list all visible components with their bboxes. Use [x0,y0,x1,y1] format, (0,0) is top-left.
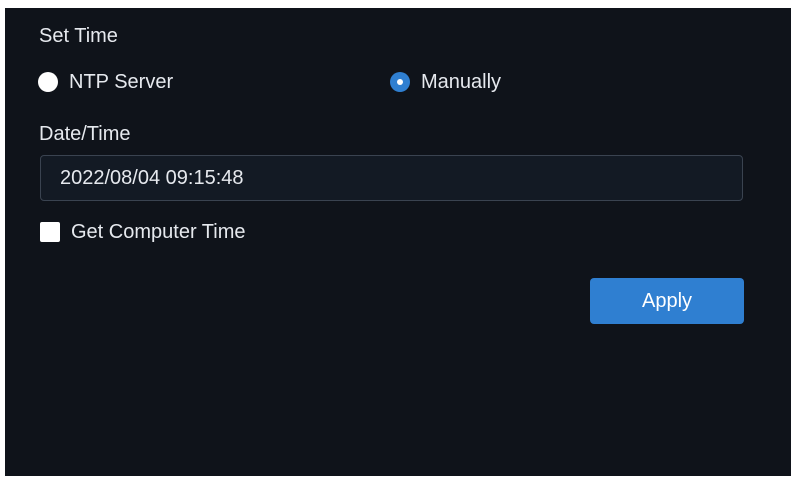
radio-dot-icon [397,79,403,85]
date-time-label: Date/Time [39,123,131,145]
radio-ntp-server-label: NTP Server [69,71,174,93]
radio-selected-icon[interactable] [390,72,410,92]
radio-manually-label: Manually [421,71,502,93]
time-settings-panel: Set Time NTP Server Manually Date/Time G… [5,8,791,476]
radio-ntp-server[interactable]: NTP Server [38,70,173,94]
apply-button[interactable]: Apply [590,278,744,324]
radio-unselected-icon[interactable] [38,72,58,92]
date-time-input[interactable] [40,155,743,201]
get-computer-time-checkbox[interactable]: Get Computer Time [40,220,246,244]
set-time-title: Set Time [39,25,118,47]
get-computer-time-label: Get Computer Time [71,221,246,243]
checkbox-unchecked-icon[interactable] [40,222,60,242]
radio-manually[interactable]: Manually [390,70,501,94]
